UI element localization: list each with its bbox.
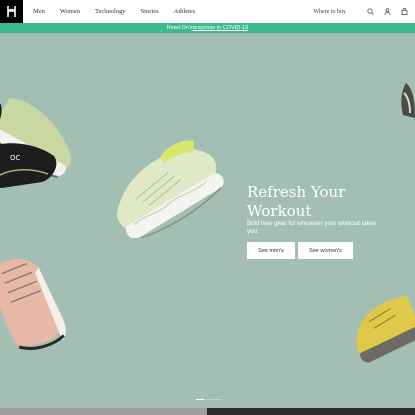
main-nav: Men Women Technology Stories Athletes bbox=[33, 8, 210, 15]
account-icon[interactable] bbox=[383, 7, 392, 16]
header-actions: Where to buy bbox=[313, 7, 409, 16]
nav-athletes[interactable]: Athletes bbox=[174, 8, 196, 15]
hero-subtitle: Bold new gear for wherever your workout … bbox=[247, 220, 377, 235]
carousel-dot[interactable] bbox=[196, 399, 204, 401]
next-section-preview bbox=[0, 408, 415, 415]
svg-text:OC: OC bbox=[10, 154, 21, 162]
shoe-image-bottom-left bbox=[0, 258, 66, 350]
on-logo[interactable] bbox=[0, 0, 23, 23]
hero-title: Refresh Your Workout bbox=[247, 183, 346, 220]
shoe-image-top-right bbox=[401, 83, 415, 118]
see-mens-button[interactable]: See men's bbox=[247, 242, 295, 259]
covid-response-link[interactable]: response to COVID-19 bbox=[193, 25, 249, 31]
shoe-sole-top-left: OC bbox=[0, 143, 57, 188]
see-womens-button[interactable]: See women's bbox=[298, 242, 353, 259]
nav-men[interactable]: Men bbox=[33, 8, 45, 15]
covid-banner: Read On's response to COVID-19 bbox=[0, 23, 415, 33]
where-to-buy-link[interactable]: Where to buy bbox=[313, 9, 346, 15]
hero-section: OC Refresh Your Workout Bold new gear fo… bbox=[0, 33, 415, 408]
nav-technology[interactable]: Technology bbox=[95, 8, 126, 15]
site-header: Men Women Technology Stories Athletes Wh… bbox=[0, 0, 415, 23]
carousel-indicators bbox=[196, 399, 223, 401]
nav-women[interactable]: Women bbox=[60, 8, 80, 15]
cart-icon[interactable] bbox=[400, 7, 409, 16]
carousel-dot[interactable] bbox=[205, 399, 213, 401]
shoe-image-center bbox=[116, 140, 224, 238]
carousel-dot[interactable] bbox=[214, 399, 222, 401]
nav-stories[interactable]: Stories bbox=[141, 8, 159, 15]
search-icon[interactable] bbox=[366, 7, 375, 16]
page: Men Women Technology Stories Athletes Wh… bbox=[0, 0, 415, 415]
next-section-image bbox=[207, 408, 415, 415]
banner-text: Read On's bbox=[166, 25, 193, 31]
shoe-image-bottom-right bbox=[356, 295, 415, 363]
